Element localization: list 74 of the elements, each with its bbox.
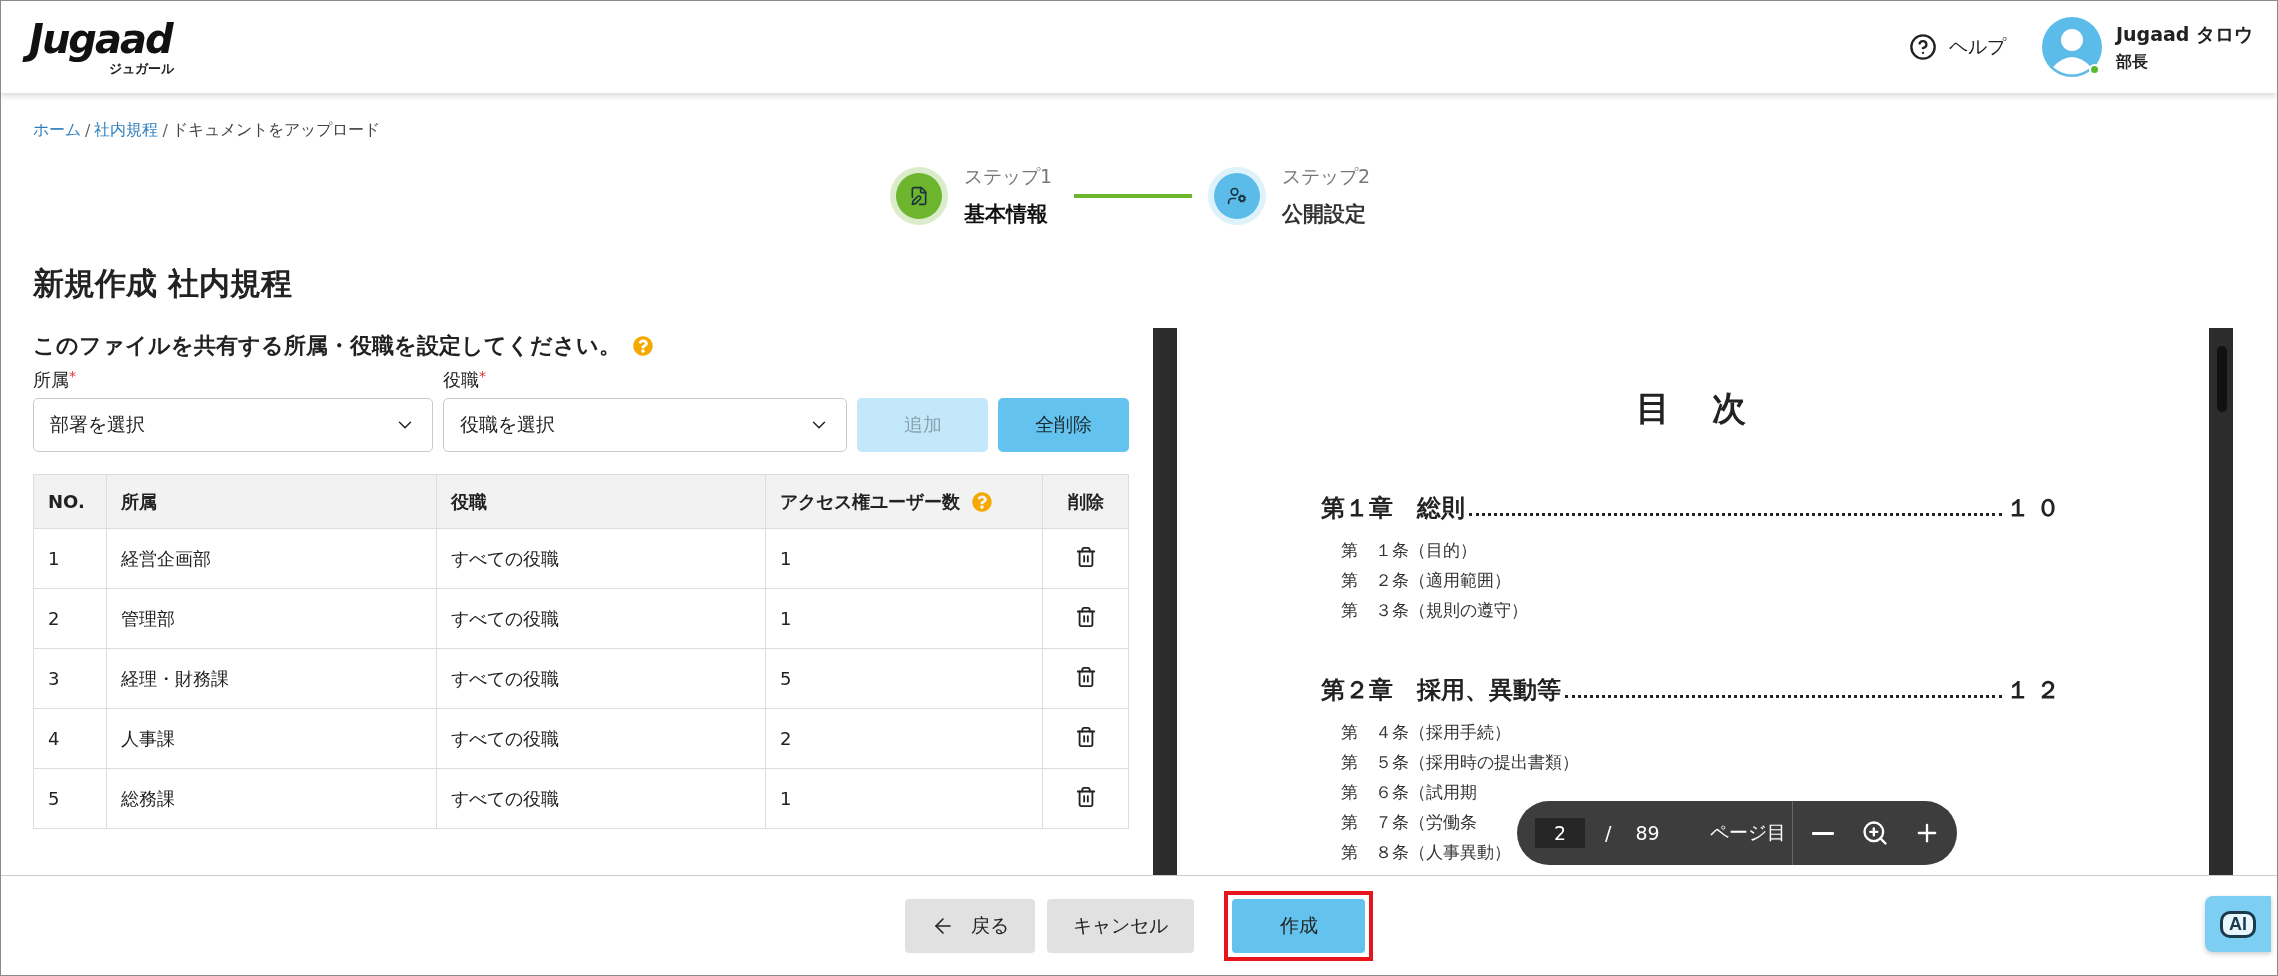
article-entry: 第 ４条（採用手続） — [1340, 722, 1511, 744]
column-header: アクセス権ユーザー数 — [780, 489, 960, 514]
field-label: 所属* — [33, 368, 77, 392]
ai-assistant-button[interactable]: AI — [2205, 896, 2271, 952]
page-number: １０ — [2005, 494, 2066, 523]
table-cell: 1 — [780, 788, 792, 809]
document-heading: 目 次 — [1636, 389, 1750, 429]
delete-icon[interactable] — [1074, 665, 1097, 688]
step-label: ステップ1 — [963, 164, 1052, 189]
table-cell: 5 — [780, 668, 792, 689]
chapter-title: 第２章 採用、異動等 — [1320, 676, 1561, 705]
table-cell: 2 — [780, 728, 792, 749]
column-header: 削除 — [1067, 490, 1104, 512]
zoom-icon — [1860, 819, 1889, 847]
table-cell: 1 — [780, 608, 792, 629]
article-entry: 第 ６条（試用期 — [1340, 782, 1477, 804]
table-cell: 1 — [48, 548, 60, 569]
table-cell: すべての役職 — [451, 547, 559, 569]
article-entry: 第 ５条（採用時の提出書類） — [1340, 752, 1579, 774]
back-button[interactable]: 戻る — [905, 898, 1035, 953]
field-label: 役職* — [443, 368, 487, 392]
article-entry: 第 ２条（適用範囲） — [1340, 570, 1511, 592]
delete-icon[interactable] — [1074, 725, 1097, 748]
step-title: 基本情報 — [963, 201, 1049, 228]
table-cell: すべての役職 — [451, 607, 559, 629]
help-icon — [1908, 33, 1937, 61]
column-header: 役職 — [451, 490, 487, 512]
table-cell: 2 — [48, 608, 60, 629]
breadcrumb-separator: / — [162, 120, 168, 140]
column-header: 所属 — [121, 490, 157, 512]
minus-icon — [1811, 831, 1834, 835]
table-cell: すべての役職 — [451, 727, 559, 749]
table-cell: 管理部 — [121, 607, 175, 629]
page-input[interactable]: 2 — [1535, 818, 1585, 848]
delete-icon[interactable] — [1074, 605, 1097, 628]
scrollbar[interactable] — [2217, 346, 2227, 412]
step-label: ステップ2 — [1282, 164, 1371, 189]
table-cell: 総務課 — [121, 787, 175, 809]
page-title: 新規作成 社内規程 — [33, 264, 293, 303]
breadcrumb-text: ドキュメントをアップロード — [171, 119, 380, 141]
table-cell: すべての役職 — [451, 787, 559, 809]
cancel-button[interactable]: キャンセル — [1047, 898, 1194, 953]
user-role: 部長 — [2115, 51, 2149, 73]
article-entry: 第 ７条（労働条 — [1340, 812, 1477, 834]
table-cell: 1 — [780, 548, 792, 569]
delete-icon[interactable] — [1074, 545, 1097, 568]
page-unit: ページ目 — [1709, 820, 1786, 845]
create-button[interactable]: 作成 — [1232, 898, 1365, 953]
article-entry: 第 １条（目的） — [1340, 540, 1477, 562]
page-total: 89 — [1635, 822, 1660, 844]
column-header: NO. — [48, 491, 85, 512]
user-name: Jugaad タロウ — [2115, 21, 2253, 47]
delete-icon[interactable] — [1074, 785, 1097, 808]
delete-all-button[interactable]: 全削除 — [998, 398, 1129, 452]
select-field[interactable]: 部署を選択 — [33, 398, 433, 452]
table-cell: 5 — [48, 788, 60, 809]
page-separator: / — [1605, 822, 1612, 844]
article-entry: 第 ８条（人事異動） — [1340, 842, 1511, 864]
chapter-title: 第１章 総則 — [1320, 494, 1465, 523]
select-field[interactable]: 役職を選択 — [443, 398, 847, 452]
help-link[interactable]: ヘルプ — [1908, 33, 2006, 61]
table-cell: 3 — [48, 668, 60, 689]
breadcrumb-separator: / — [85, 120, 91, 140]
page-number: １２ — [2005, 676, 2066, 705]
instruction-text: このファイルを共有する所属・役職を設定してください。 — [33, 332, 621, 360]
step-title: 公開設定 — [1282, 201, 1367, 228]
breadcrumb-link[interactable]: ホーム — [33, 119, 81, 141]
table-cell: 経営企画部 — [121, 547, 211, 569]
table-cell: 4 — [48, 728, 60, 749]
table-cell: すべての役職 — [451, 667, 559, 689]
table-cell: 人事課 — [121, 727, 175, 749]
breadcrumb-link[interactable]: 社内規程 — [94, 119, 159, 141]
table-cell: 経理・財務課 — [121, 667, 229, 689]
article-entry: 第 ３条（規則の遵守） — [1340, 600, 1528, 622]
